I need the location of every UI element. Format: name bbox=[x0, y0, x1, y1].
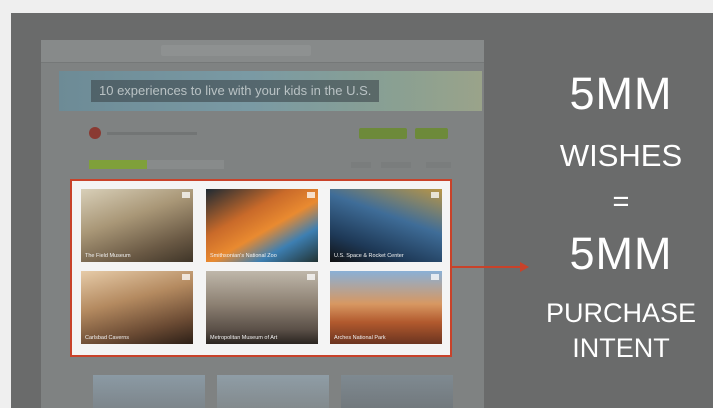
experience-card[interactable]: Arches National Park bbox=[330, 271, 442, 344]
tab-bar[interactable] bbox=[89, 160, 224, 169]
user-info-line bbox=[107, 132, 197, 135]
save-icon[interactable] bbox=[182, 274, 190, 280]
card-title: Carlsbad Caverns bbox=[85, 335, 130, 341]
experience-card[interactable]: Metropolitan Museum of Art bbox=[206, 271, 318, 344]
list-item[interactable] bbox=[217, 375, 329, 408]
experience-card[interactable]: U.S. Space & Rocket Center bbox=[330, 189, 442, 262]
list-item[interactable] bbox=[341, 375, 453, 408]
save-icon[interactable] bbox=[431, 192, 439, 198]
stat-number-intent: 5MM bbox=[569, 228, 673, 279]
stat-number-wishes: 5MM bbox=[569, 68, 673, 119]
experience-card[interactable]: Smithsonian's National Zoo bbox=[206, 189, 318, 262]
avatar[interactable] bbox=[89, 127, 101, 139]
card-title: The Field Museum bbox=[85, 253, 131, 259]
presentation-slide: 10 experiences to live with your kids in… bbox=[11, 13, 713, 408]
highlighted-wishlist-grid: The Field Museum Smithsonian's National … bbox=[70, 179, 452, 357]
experience-card[interactable]: Carlsbad Caverns bbox=[81, 271, 193, 344]
experience-card[interactable]: The Field Museum bbox=[81, 189, 193, 262]
stat-label-intent: INTENT bbox=[572, 333, 670, 363]
arrow-connector bbox=[452, 266, 522, 268]
equals-sign: = bbox=[612, 186, 630, 218]
stat-label-purchase: PURCHASE bbox=[545, 298, 697, 328]
share-button[interactable] bbox=[415, 128, 448, 139]
tab-active[interactable] bbox=[89, 160, 147, 169]
save-icon[interactable] bbox=[307, 192, 315, 198]
site-header bbox=[41, 40, 484, 63]
banner-title: 10 experiences to live with your kids in… bbox=[91, 80, 380, 102]
card-title: Metropolitan Museum of Art bbox=[210, 335, 278, 341]
save-icon[interactable] bbox=[431, 274, 439, 280]
follow-button[interactable] bbox=[359, 128, 407, 139]
save-icon[interactable] bbox=[182, 192, 190, 198]
filter-control[interactable] bbox=[381, 162, 411, 168]
arrow-head-icon bbox=[520, 262, 529, 272]
list-item[interactable] bbox=[93, 375, 205, 408]
card-title: U.S. Space & Rocket Center bbox=[334, 253, 404, 259]
card-title: Arches National Park bbox=[334, 335, 386, 341]
card-title: Smithsonian's National Zoo bbox=[210, 253, 277, 259]
save-icon[interactable] bbox=[307, 274, 315, 280]
stat-label-wishes: WISHES bbox=[559, 138, 683, 173]
hero-banner: 10 experiences to live with your kids in… bbox=[59, 71, 482, 111]
search-input[interactable] bbox=[161, 45, 311, 56]
sort-control[interactable] bbox=[426, 162, 451, 168]
view-toggle[interactable] bbox=[351, 162, 371, 168]
